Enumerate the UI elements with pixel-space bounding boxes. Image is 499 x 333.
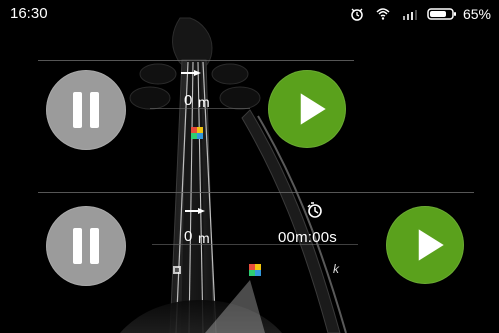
middle-divider xyxy=(38,192,474,193)
bottom-distance-value: 0 xyxy=(184,228,193,245)
small-square-icon xyxy=(173,266,181,274)
k-icon: k xyxy=(333,262,339,276)
alarm-icon xyxy=(351,8,363,21)
status-bar: 16:30 65% xyxy=(0,0,499,28)
app-screen: 16:30 65% 0 m 0 m 00m:00s k xyxy=(0,0,499,333)
arrow-right-icon xyxy=(185,208,205,214)
pause-icon xyxy=(73,228,82,264)
battery-status: 65% xyxy=(427,6,491,22)
timer-icon xyxy=(307,202,322,218)
signal-icon xyxy=(402,10,417,20)
top-play-button[interactable] xyxy=(268,70,346,148)
pause-icon xyxy=(90,228,99,264)
play-icon xyxy=(300,93,326,125)
play-icon xyxy=(418,229,444,261)
wifi-icon xyxy=(376,8,390,20)
status-time: 16:30 xyxy=(10,5,48,22)
battery-icon xyxy=(427,8,456,20)
color-grid-icon xyxy=(191,127,203,139)
arrow-right-icon xyxy=(181,70,201,76)
status-icons: 65% xyxy=(349,6,491,22)
bottom-play-button[interactable] xyxy=(386,206,464,284)
top-divider xyxy=(38,60,354,61)
color-grid-icon xyxy=(249,264,261,276)
pause-icon xyxy=(73,92,82,128)
battery-percent: 65% xyxy=(462,6,491,22)
pause-icon xyxy=(90,92,99,128)
bottom-pause-button[interactable] xyxy=(46,206,126,286)
bottom-distance-unit: m xyxy=(198,230,210,246)
top-distance-unit: m xyxy=(198,94,210,110)
top-pause-button[interactable] xyxy=(46,70,126,150)
top-distance-value: 0 xyxy=(184,92,193,109)
timer-value: 00m:00s xyxy=(278,229,337,246)
